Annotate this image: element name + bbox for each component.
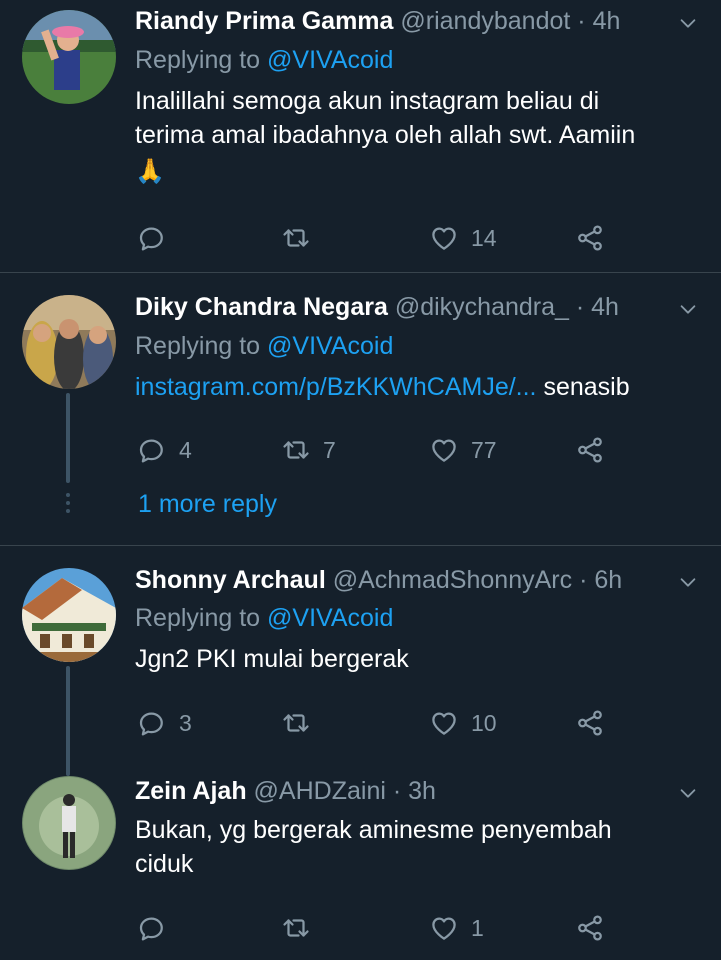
- tweet-header: Diky Chandra Negara @dikychandra_ · 4h: [135, 292, 666, 322]
- replying-mention[interactable]: @VIVAcoid: [267, 604, 393, 632]
- tweet-link[interactable]: instagram.com/p/BzKKWhCAMJe/...: [135, 373, 537, 401]
- tweet-text-line: Bukan, yg bergerak aminesme penyembah: [135, 816, 612, 844]
- like-button[interactable]: 10: [429, 707, 497, 739]
- chevron-down-icon[interactable]: [677, 571, 699, 593]
- author-handle[interactable]: @AchmadShonnyArc: [333, 566, 572, 594]
- retweet-button[interactable]: 7: [281, 434, 336, 466]
- timestamp[interactable]: 3h: [408, 777, 436, 805]
- tweet-text-line: terima amal ibadahnya oleh allah swt. Aa…: [135, 121, 636, 149]
- retweet-button[interactable]: [281, 707, 323, 739]
- thread-line: [66, 393, 70, 483]
- like-button[interactable]: 14: [429, 222, 497, 254]
- replying-to: Replying to @VIVAcoid: [135, 45, 393, 75]
- replying-to: Replying to @VIVAcoid: [135, 603, 393, 633]
- retweet-icon: [281, 435, 311, 465]
- tweet-text-line: ciduk: [135, 850, 194, 878]
- avatar-image: [22, 776, 116, 870]
- share-icon: [575, 708, 605, 738]
- avatar[interactable]: [22, 568, 116, 662]
- reply-icon: [137, 913, 167, 943]
- timestamp[interactable]: 6h: [594, 566, 622, 594]
- tweet-text: instagram.com/p/BzKKWhCAMJe/... senasib: [135, 370, 701, 404]
- reply-icon: [137, 708, 167, 738]
- separator: ·: [579, 566, 588, 594]
- replying-label: Replying to: [135, 46, 261, 74]
- author-name[interactable]: Riandy Prima Gamma: [135, 7, 393, 35]
- chevron-down-icon[interactable]: [677, 782, 699, 804]
- reply-count: 3: [179, 709, 192, 736]
- share-icon: [575, 435, 605, 465]
- replying-mention[interactable]: @VIVAcoid: [267, 332, 393, 360]
- author-name[interactable]: Zein Ajah: [135, 777, 247, 805]
- retweet-icon: [281, 708, 311, 738]
- author-name[interactable]: Shonny Archaul: [135, 566, 326, 594]
- share-icon: [575, 913, 605, 943]
- share-button[interactable]: [575, 222, 605, 254]
- tweet-header: Riandy Prima Gamma @riandybandot · 4h: [135, 6, 666, 36]
- avatar-image: [22, 295, 116, 389]
- tweet-text-line: senasib: [543, 373, 630, 401]
- share-button[interactable]: [575, 912, 605, 944]
- retweet-button[interactable]: [281, 222, 323, 254]
- tweet-text: Jgn2 PKI mulai bergerak: [135, 642, 701, 676]
- avatar-image: [22, 568, 116, 662]
- author-handle[interactable]: @dikychandra_: [395, 293, 569, 321]
- tweet-header: Shonny Archaul @AchmadShonnyArc · 6h: [135, 565, 666, 595]
- reply-icon: [137, 435, 167, 465]
- reply-button[interactable]: 3: [137, 707, 192, 739]
- share-icon: [575, 223, 605, 253]
- tweet-text-line: Jgn2 PKI mulai bergerak: [135, 645, 409, 673]
- tweet[interactable]: Shonny Archaul @AchmadShonnyArc · 6h Rep…: [0, 546, 721, 776]
- tweet-text: Bukan, yg bergerak aminesme penyembah ci…: [135, 813, 701, 881]
- replying-to: Replying to @VIVAcoid: [135, 331, 393, 361]
- separator: ·: [577, 7, 586, 35]
- separator: ·: [575, 293, 585, 321]
- author-handle[interactable]: @riandybandot: [400, 7, 570, 35]
- reply-icon: [137, 223, 167, 253]
- tweet[interactable]: Zein Ajah @AHDZaini · 3h Bukan, yg berge…: [0, 758, 721, 960]
- tweet-header: Zein Ajah @AHDZaini · 3h: [135, 776, 666, 806]
- author-name[interactable]: Diky Chandra Negara: [135, 293, 388, 321]
- share-button[interactable]: [575, 707, 605, 739]
- reply-button[interactable]: 4: [137, 434, 192, 466]
- replying-mention[interactable]: @VIVAcoid: [267, 46, 393, 74]
- separator: ·: [392, 777, 402, 805]
- timestamp[interactable]: 4h: [593, 7, 621, 35]
- thread-dots: [66, 493, 70, 517]
- timestamp[interactable]: 4h: [591, 293, 619, 321]
- more-replies-link[interactable]: 1 more reply: [138, 490, 277, 519]
- chevron-down-icon[interactable]: [677, 298, 699, 320]
- retweet-icon: [281, 223, 311, 253]
- retweet-count: 7: [323, 436, 336, 463]
- avatar[interactable]: [22, 776, 116, 870]
- tweet[interactable]: Riandy Prima Gamma @riandybandot · 4h Re…: [0, 0, 721, 272]
- replying-label: Replying to: [135, 604, 261, 632]
- retweet-button[interactable]: [281, 912, 323, 944]
- like-count: 14: [471, 224, 497, 251]
- like-icon: [429, 708, 459, 738]
- like-count: 1: [471, 914, 484, 941]
- tweet[interactable]: Diky Chandra Negara @dikychandra_ · 4h R…: [0, 273, 721, 545]
- replying-label: Replying to: [135, 332, 261, 360]
- chevron-down-icon[interactable]: [677, 12, 699, 34]
- like-button[interactable]: 77: [429, 434, 497, 466]
- avatar-image: [22, 10, 116, 104]
- avatar[interactable]: [22, 10, 116, 104]
- emoji: 🙏: [135, 158, 165, 185]
- tweet-text-line: Inalillahi semoga akun instagram beliau …: [135, 87, 600, 115]
- like-icon: [429, 435, 459, 465]
- like-icon: [429, 913, 459, 943]
- reply-button[interactable]: [137, 222, 179, 254]
- share-button[interactable]: [575, 434, 605, 466]
- like-icon: [429, 223, 459, 253]
- tweet-text: Inalillahi semoga akun instagram beliau …: [135, 84, 701, 192]
- author-handle[interactable]: @AHDZaini: [254, 777, 386, 805]
- retweet-icon: [281, 913, 311, 943]
- reply-button[interactable]: [137, 912, 179, 944]
- reply-count: 4: [179, 436, 192, 463]
- like-count: 77: [471, 436, 497, 463]
- like-count: 10: [471, 709, 497, 736]
- like-button[interactable]: 1: [429, 912, 484, 944]
- avatar[interactable]: [22, 295, 116, 389]
